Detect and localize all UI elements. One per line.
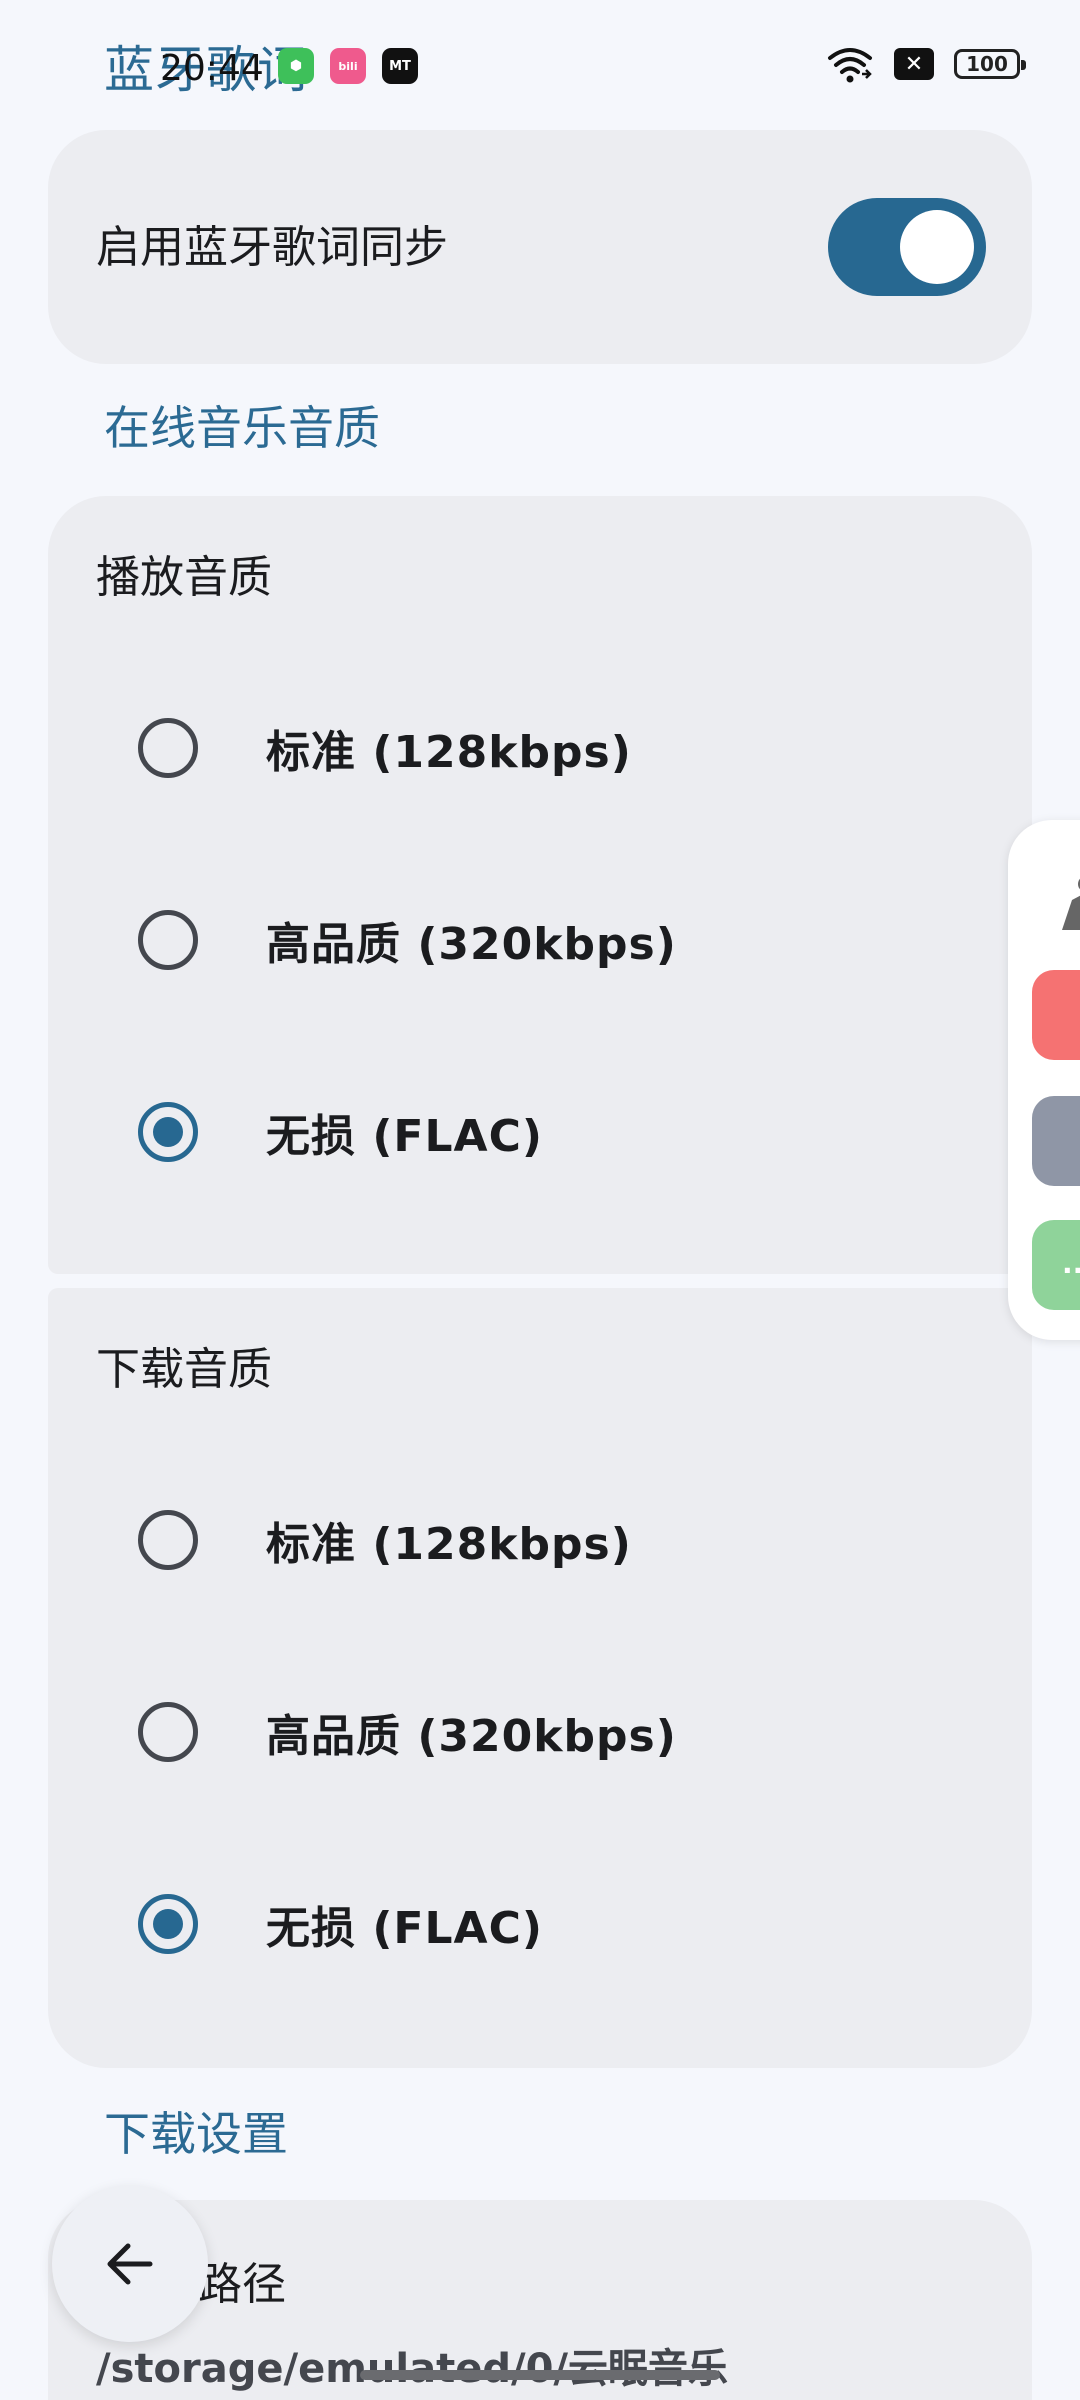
radio-button[interactable] bbox=[138, 1702, 198, 1762]
section-download-settings: 下载设置 bbox=[104, 2107, 288, 2161]
figure-icon bbox=[1062, 878, 1080, 930]
option-label: 标准 (128kbps) bbox=[266, 1519, 632, 1570]
download-path-title: 路径 bbox=[198, 2259, 286, 2310]
download-option-lossless[interactable]: 无损 (FLAC) bbox=[48, 1844, 1032, 2004]
screen: 蓝牙歌词 20:44 ⬢ bili MT ✕ 100 启用蓝牙歌词同步 在线音乐… bbox=[0, 0, 1080, 2400]
download-quality-card: 下载音质 标准 (128kbps) 高品质 (320kbps) 无损 (FLAC… bbox=[48, 1288, 1032, 2068]
wifi-icon bbox=[828, 48, 872, 83]
arrow-left-icon bbox=[107, 2243, 153, 2285]
download-path-value: /storage/emulated/0/云眠音乐 bbox=[96, 2346, 729, 2392]
radio-button-selected[interactable] bbox=[138, 1894, 198, 1954]
screen-app-icon[interactable] bbox=[1032, 1096, 1080, 1186]
mt-manager-icon: MT bbox=[382, 48, 418, 84]
option-label: 高品质 (320kbps) bbox=[266, 1711, 677, 1762]
more-dots-icon: ·· bbox=[1062, 1254, 1080, 1287]
playback-option-lossless[interactable]: 无损 (FLAC) bbox=[48, 1052, 1032, 1212]
bluetooth-lyrics-label: 启用蓝牙歌词同步 bbox=[96, 222, 448, 273]
playback-option-high[interactable]: 高品质 (320kbps) bbox=[48, 860, 1032, 1020]
status-right-group: ✕ 100 bbox=[826, 44, 1026, 84]
section-online-quality: 在线音乐音质 bbox=[104, 401, 380, 455]
radio-button[interactable] bbox=[138, 910, 198, 970]
option-label: 标准 (128kbps) bbox=[266, 727, 632, 778]
bluetooth-lyrics-toggle[interactable] bbox=[828, 198, 986, 296]
download-option-high[interactable]: 高品质 (320kbps) bbox=[48, 1652, 1032, 1812]
download-option-standard[interactable]: 标准 (128kbps) bbox=[48, 1460, 1032, 1620]
radio-button[interactable] bbox=[138, 1510, 198, 1570]
gesture-nav-bar[interactable] bbox=[360, 2370, 720, 2380]
bluetooth-lyrics-card: 启用蓝牙歌词同步 bbox=[48, 130, 1032, 364]
back-button[interactable] bbox=[52, 2186, 208, 2342]
bilibili-icon: bili bbox=[330, 48, 366, 84]
playback-quality-card: 播放音质 标准 (128kbps) 高品质 (320kbps) 无损 (FLAC… bbox=[48, 496, 1032, 1274]
toggle-knob bbox=[900, 210, 974, 284]
playback-quality-title: 播放音质 bbox=[96, 552, 272, 603]
floating-app-sidebar[interactable]: ·· bbox=[1008, 820, 1080, 1340]
option-label: 无损 (FLAC) bbox=[266, 1903, 543, 1954]
download-quality-title: 下载音质 bbox=[96, 1344, 272, 1395]
no-sim-icon: ✕ bbox=[894, 48, 934, 80]
transfer-app-icon[interactable] bbox=[1032, 970, 1080, 1060]
battery-indicator: 100 bbox=[954, 49, 1026, 79]
option-label: 无损 (FLAC) bbox=[266, 1111, 543, 1162]
figure-app-icon[interactable] bbox=[1032, 860, 1080, 950]
more-app-icon[interactable]: ·· bbox=[1032, 1220, 1080, 1310]
playback-option-standard[interactable]: 标准 (128kbps) bbox=[48, 668, 1032, 828]
status-clock: 20:44 bbox=[160, 48, 264, 89]
radio-button-selected[interactable] bbox=[138, 1102, 198, 1162]
status-bar: 蓝牙歌词 20:44 ⬢ bili MT ✕ 100 bbox=[0, 0, 1080, 130]
shield-app-icon: ⬢ bbox=[278, 48, 314, 84]
radio-button[interactable] bbox=[138, 718, 198, 778]
option-label: 高品质 (320kbps) bbox=[266, 919, 677, 970]
